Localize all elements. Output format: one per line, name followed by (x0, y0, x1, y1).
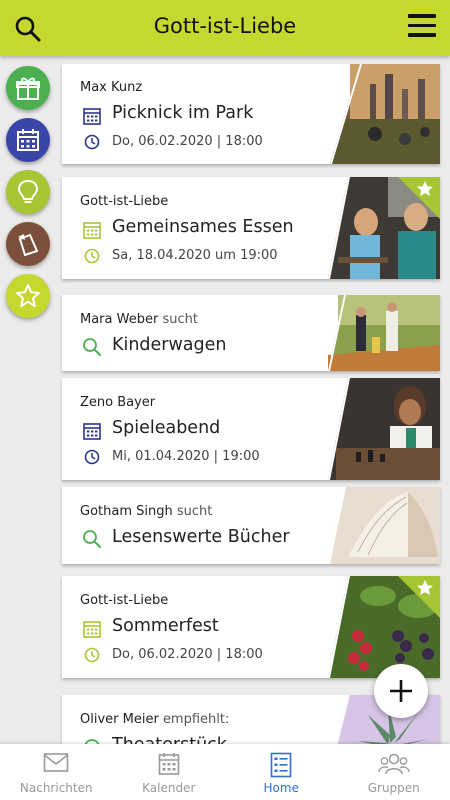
nav-tab-gruppen[interactable]: Gruppen (338, 744, 450, 800)
clock-icon (84, 449, 100, 465)
calendar-icon (83, 621, 101, 638)
gift-icon (16, 77, 40, 100)
nav-label: Nachrichten (19, 781, 93, 795)
envelope-icon (43, 753, 69, 772)
card-title: Lesenswerte Bücher (112, 527, 290, 547)
clock-icon (84, 647, 100, 663)
card-date: Do, 06.02.2020 | 18:00 (112, 647, 263, 662)
card-image (328, 487, 440, 564)
sidebar-calendar-button[interactable] (6, 118, 50, 162)
sidebar-notes-button[interactable] (6, 222, 50, 266)
group-icon (378, 753, 410, 775)
card-author: Gotham Singh sucht (80, 504, 213, 519)
card-date: Mi, 01.04.2020 | 19:00 (112, 449, 260, 464)
card-date: Sa, 18.04.2020 um 19:00 (112, 248, 278, 263)
page-title: Gott-ist-Liebe (153, 14, 297, 38)
clock-icon (84, 248, 100, 264)
plus-icon (390, 680, 412, 702)
card-title: Kinderwagen (112, 335, 227, 355)
feed-card[interactable]: Gott-ist-Liebe Sommerfest Do, 06.02.2020… (62, 576, 440, 678)
card-author: Oliver Meier empfiehlt: (80, 712, 230, 727)
star-icon (16, 284, 40, 307)
calendar-icon (83, 423, 101, 440)
hamburger-menu-icon[interactable] (408, 14, 436, 38)
feed-card[interactable]: Gotham Singh sucht Lesenswerte Bücher (62, 487, 440, 564)
nav-label: Gruppen (367, 781, 420, 795)
nav-tab-home[interactable]: Home (225, 744, 338, 800)
calendar-icon (83, 108, 101, 125)
calendar-icon (17, 129, 39, 151)
feed-card[interactable]: Max Kunz Picknick im Park Do, 06.02.2020… (62, 64, 440, 164)
card-image (328, 576, 440, 678)
add-button[interactable] (374, 664, 428, 718)
note-icon (18, 233, 39, 257)
card-title: Picknick im Park (112, 103, 254, 123)
search-icon (83, 338, 101, 356)
feed-card[interactable]: Mara Weber sucht Kinderwagen (62, 295, 440, 371)
calendar-icon (83, 222, 101, 239)
feed-card[interactable]: Gott-ist-Liebe Gemeinsames Essen Sa, 18.… (62, 177, 440, 279)
card-author: Mara Weber sucht (80, 312, 198, 327)
lightbulb-icon (17, 179, 39, 203)
home-list-icon (270, 752, 292, 778)
card-title: Spieleabend (112, 418, 221, 438)
bottom-nav: Nachrichten Kalender Home Gruppen (0, 744, 450, 800)
card-author: Gott-ist-Liebe (80, 593, 169, 608)
card-title: Gemeinsames Essen (112, 217, 294, 237)
sidebar-gift-button[interactable] (6, 66, 50, 110)
card-image (328, 177, 440, 279)
feed-card[interactable]: Zeno Bayer Spieleabend Mi, 01.04.2020 | … (62, 378, 440, 480)
nav-label: Home (263, 781, 299, 795)
sidebar-favorites-button[interactable] (6, 274, 50, 318)
card-author: Zeno Bayer (80, 395, 156, 410)
nav-tab-nachrichten[interactable]: Nachrichten (0, 744, 113, 800)
card-author: Max Kunz (80, 80, 143, 95)
app-header: Gott-ist-Liebe (0, 0, 450, 56)
nav-label: Kalender (142, 781, 196, 795)
nav-tab-kalender[interactable]: Kalender (113, 744, 226, 800)
card-image (330, 64, 440, 164)
card-date: Do, 06.02.2020 | 18:00 (112, 134, 263, 149)
calendar-icon (158, 753, 180, 775)
card-title: Sommerfest (112, 616, 219, 636)
search-icon (83, 530, 101, 548)
clock-icon (84, 134, 100, 150)
card-author: Gott-ist-Liebe (80, 194, 169, 209)
card-image (328, 295, 440, 371)
sidebar-ideas-button[interactable] (6, 170, 50, 214)
card-image (328, 378, 440, 480)
